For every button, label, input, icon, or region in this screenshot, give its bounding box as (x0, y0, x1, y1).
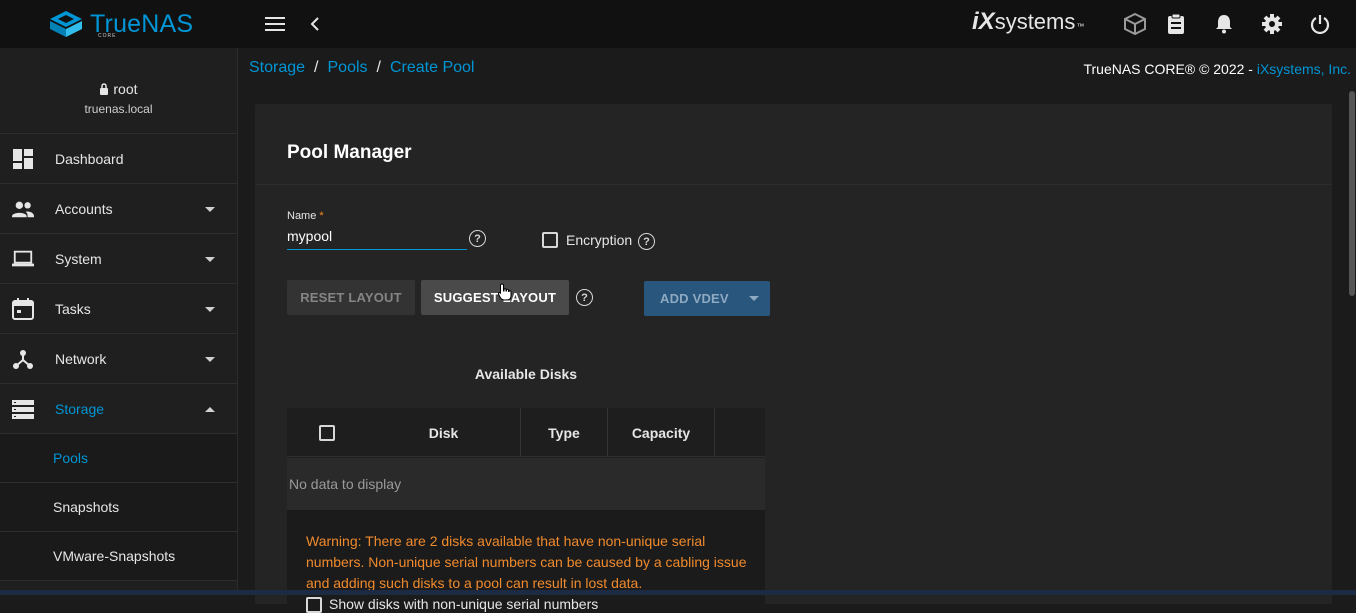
chevron-down-icon (749, 296, 759, 301)
chevron-up-icon (205, 407, 215, 412)
menu-icon[interactable] (263, 12, 287, 36)
main-content: Pool Manager Name * mypool ? Encryption … (239, 88, 1348, 613)
copyright: TrueNAS CORE® © 2022 - iXsystems, Inc. (1083, 61, 1351, 77)
suggest-layout-button[interactable]: SUGGEST LAYOUT (421, 280, 569, 315)
warning-text: Warning: There are 2 disks available tha… (306, 533, 747, 591)
storage-icon (12, 400, 34, 419)
lock-icon (100, 83, 109, 95)
sidebar-item-tasks[interactable]: Tasks (0, 284, 237, 334)
sidebar-item-dashboard[interactable]: Dashboard (0, 134, 237, 184)
sidebar-item-label: Dashboard (55, 150, 124, 167)
required-mark: * (319, 210, 324, 222)
breadcrumb: Storage / Pools / Create Pool (249, 59, 474, 77)
window-bottom-edge (0, 590, 1356, 595)
breadcrumb-create-pool[interactable]: Create Pool (390, 59, 475, 76)
ixsystems-link[interactable]: iXsystems, Inc. (1257, 61, 1351, 77)
calendar-icon (12, 298, 34, 320)
help-icon[interactable]: ? (469, 230, 486, 247)
empty-table-message: No data to display (287, 458, 765, 510)
show-nonunique-label: Show disks with non-unique serial number… (329, 596, 599, 612)
breadcrumb-bar: Storage / Pools / Create Pool TrueNAS CORE® … (239, 48, 1356, 88)
sidebar-item-accounts[interactable]: Accounts (0, 184, 237, 234)
sidebar-item-label: Storage (55, 400, 105, 417)
username: root (0, 81, 237, 97)
truenas-logo-icon (50, 11, 82, 37)
sidebar-subitem-snapshots[interactable]: Snapshots (0, 483, 237, 532)
select-all-cell (287, 408, 367, 457)
hand-cursor-icon (498, 283, 512, 301)
sidebar-item-label: Tasks (55, 300, 91, 317)
help-icon[interactable]: ? (576, 289, 593, 306)
scrollbar-thumb[interactable] (1349, 91, 1355, 296)
top-bar: TrueNAS CORE iX systems ™ (0, 0, 1356, 48)
dashboard-icon (13, 149, 33, 169)
pool-manager-card: Pool Manager Name * mypool ? Encryption … (255, 104, 1332, 613)
column-header-type[interactable]: Type (521, 408, 608, 457)
laptop-icon (12, 250, 34, 267)
notification-bell-icon[interactable] (1212, 12, 1236, 36)
logo-subtext: CORE (98, 33, 117, 39)
sidebar-subitem-pools[interactable]: Pools (0, 434, 237, 483)
help-icon[interactable]: ? (638, 233, 655, 250)
settings-gear-icon[interactable] (1260, 12, 1284, 36)
non-unique-serial-warning: Warning: There are 2 disks available tha… (287, 510, 765, 613)
chevron-down-icon (205, 207, 215, 212)
name-label-text: Name (287, 210, 317, 222)
truenas-logo[interactable]: TrueNAS (48, 8, 193, 40)
breadcrumb-pools[interactable]: Pools (328, 59, 368, 76)
chevron-down-icon (205, 357, 215, 362)
sidebar-item-label: Network (55, 350, 107, 367)
sidebar-item-storage[interactable]: Storage (0, 384, 237, 434)
back-chevron-icon[interactable] (303, 12, 327, 36)
sidebar-subitem-label: VMware-Snapshots (53, 548, 176, 564)
add-vdev-button[interactable]: ADD VDEV (644, 281, 770, 316)
ixsystems-logo[interactable]: iX systems ™ (972, 8, 1084, 36)
accounts-icon (12, 201, 34, 218)
power-icon[interactable] (1308, 12, 1332, 36)
select-all-checkbox[interactable] (319, 424, 335, 441)
encryption-label: Encryption (566, 232, 633, 248)
sidebar-item-label: System (55, 250, 102, 267)
add-vdev-label: ADD VDEV (660, 291, 729, 306)
network-icon (13, 350, 33, 369)
truecommand-icon[interactable] (1123, 12, 1147, 36)
sidebar-subitem-label: Pools (53, 450, 89, 466)
sidebar-item-system[interactable]: System (0, 234, 237, 284)
sidebar-subitem-label: Snapshots (53, 499, 120, 515)
table-header: Disk Type Capacity (287, 408, 765, 457)
copyright-text: TrueNAS CORE® © 2022 - (1083, 61, 1257, 77)
task-manager-icon[interactable] (1164, 12, 1188, 36)
ix-mark: iX (972, 8, 995, 35)
chevron-down-icon (205, 257, 215, 262)
chevron-down-icon (205, 307, 215, 312)
reset-layout-button[interactable]: RESET LAYOUT (287, 280, 415, 315)
user-panel: root truenas.local (0, 48, 237, 134)
scrollbar[interactable] (1348, 88, 1356, 595)
add-vdev-dropdown[interactable] (738, 281, 770, 316)
ix-text: systems (994, 9, 1076, 34)
username-text: root (113, 81, 138, 97)
hostname: truenas.local (84, 102, 153, 116)
sidebar: root truenas.local Dashboard Accounts Sy… (0, 48, 238, 595)
column-header-capacity[interactable]: Capacity (608, 408, 715, 457)
sidebar-item-label: Accounts (55, 200, 113, 217)
encryption-checkbox[interactable] (542, 232, 558, 248)
sidebar-item-network[interactable]: Network (0, 334, 237, 384)
divider (255, 184, 1332, 185)
available-disks-table: Disk Type Capacity No data to display (287, 408, 765, 510)
pool-name-input[interactable]: mypool (287, 226, 467, 250)
page-title: Pool Manager (287, 142, 412, 163)
breadcrumb-separator: / (314, 59, 319, 76)
empty-text: No data to display (289, 476, 402, 492)
name-label: Name * (287, 210, 324, 222)
column-header-disk[interactable]: Disk (367, 408, 521, 457)
show-nonunique-checkbox[interactable] (306, 597, 322, 613)
sidebar-subitem-vmware-snapshots[interactable]: VMware-Snapshots (0, 532, 237, 581)
breadcrumb-separator: / (376, 59, 381, 76)
breadcrumb-storage[interactable]: Storage (249, 59, 305, 76)
available-disks-title: Available Disks (474, 366, 578, 382)
trademark-mark: ™ (1076, 22, 1085, 31)
